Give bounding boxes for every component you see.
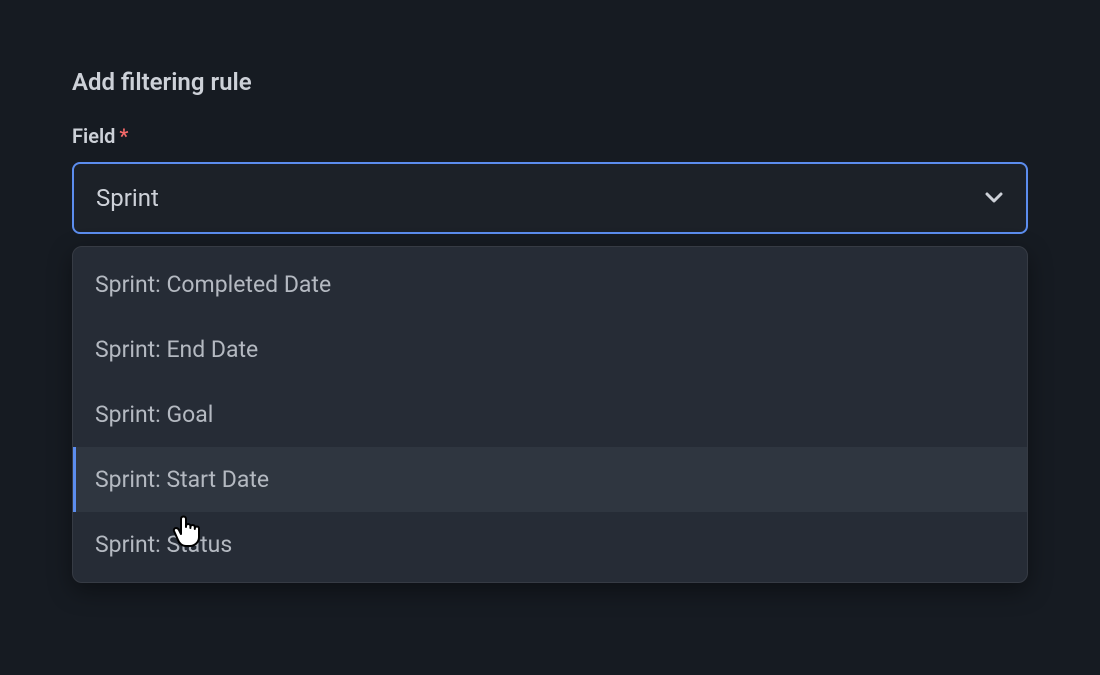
required-asterisk: * (119, 124, 128, 148)
chevron-down-icon (984, 188, 1004, 208)
dropdown-item[interactable]: Sprint: Goal (73, 382, 1027, 447)
dropdown-item[interactable]: Sprint: Completed Date (73, 247, 1027, 317)
dropdown-item[interactable]: Sprint: Status (73, 512, 1027, 582)
field-dropdown-menu: Sprint: Completed Date Sprint: End Date … (72, 246, 1028, 583)
field-label-container: Field * (72, 124, 1028, 148)
field-select-value: Sprint (96, 184, 159, 212)
dropdown-item[interactable]: Sprint: Start Date (73, 447, 1027, 512)
field-label: Field (72, 124, 115, 148)
field-select[interactable]: Sprint (72, 162, 1028, 234)
section-title: Add filtering rule (72, 68, 1028, 96)
dropdown-item[interactable]: Sprint: End Date (73, 317, 1027, 382)
